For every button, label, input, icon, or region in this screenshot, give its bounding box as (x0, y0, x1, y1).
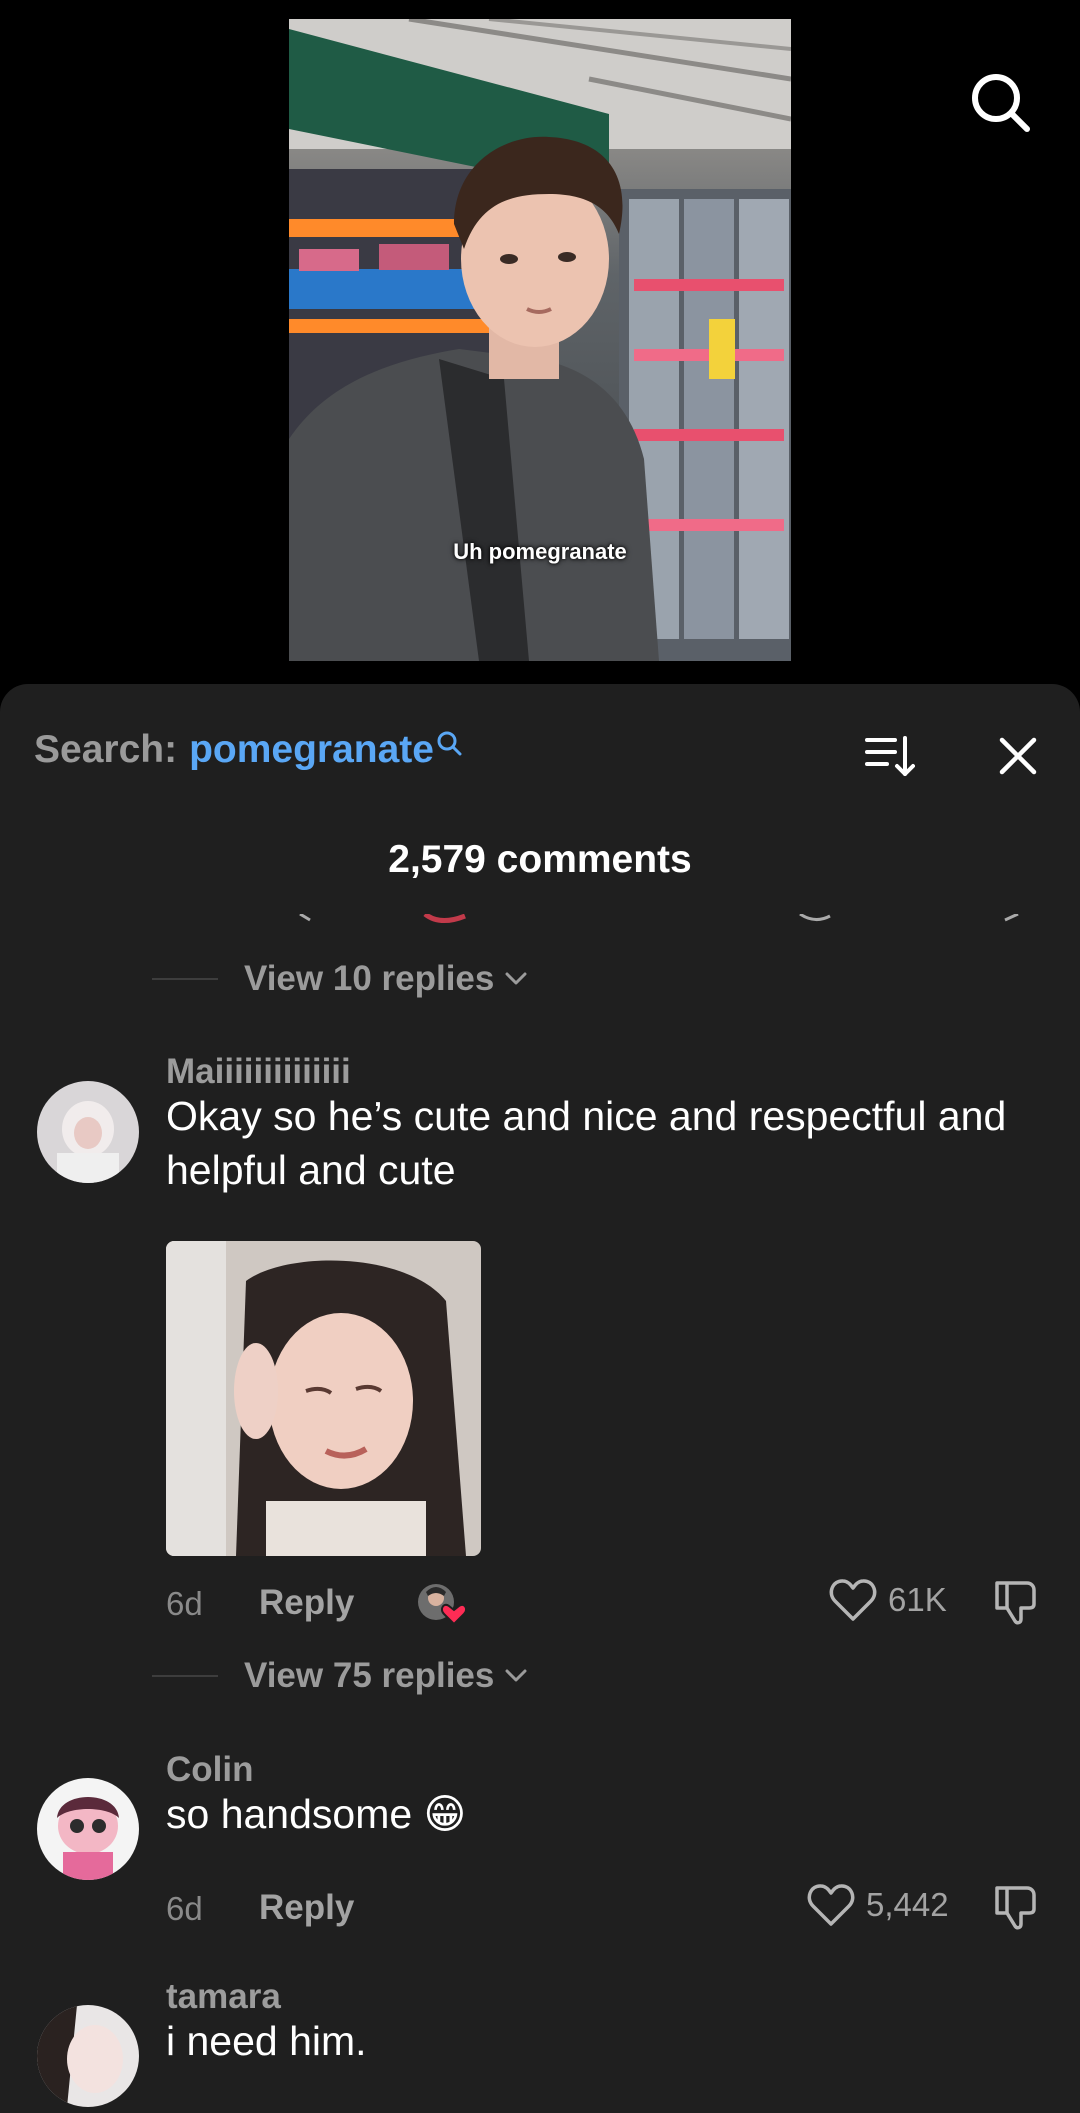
close-icon[interactable] (986, 724, 1050, 788)
comment-timestamp: 6d (166, 1585, 203, 1622)
comment-username[interactable]: Colin (166, 1750, 253, 1790)
video-player[interactable]: Uh pomegranate (0, 0, 1080, 684)
comment-text: Okay so he’s cute and nice and respectfu… (166, 1093, 1007, 1193)
search-icon (437, 731, 462, 756)
search-icon[interactable] (968, 70, 1032, 134)
view-replies-label: View 10 replies (244, 959, 495, 998)
comment-username[interactable]: Maiiiiiiiiiiiiii (166, 1052, 351, 1092)
reply-button[interactable]: Reply (259, 1888, 354, 1928)
dislike-icon[interactable] (990, 1576, 1042, 1628)
reply-divider (152, 1675, 218, 1677)
like-button[interactable]: 61K (828, 1577, 947, 1623)
comment-username[interactable]: tamara (166, 1977, 281, 2017)
comments-header: Search: pomegranate 2,579 comments (0, 684, 1080, 881)
search-term-link[interactable]: pomegranate (189, 728, 434, 772)
like-count: 61K (888, 1581, 947, 1618)
heart-icon (829, 1579, 877, 1621)
comment-timestamp: 6d (166, 1890, 203, 1927)
heart-icon (807, 1884, 855, 1926)
comments-sheet: Search: pomegranate 2,579 comments View … (0, 684, 1080, 2113)
view-replies-label: View 75 replies (244, 1656, 495, 1695)
comment-gif[interactable] (166, 1241, 481, 1556)
like-button[interactable]: 5,442 (806, 1882, 949, 1928)
dislike-icon[interactable] (990, 1881, 1042, 1933)
view-replies-button[interactable]: View 10 replies (152, 954, 528, 1004)
video-thumbnail[interactable]: Uh pomegranate (289, 19, 791, 661)
comment-list[interactable]: View 10 replies Maiiiiiiiiiiiiii Okay so… (0, 914, 1080, 2113)
creator-liked-badge (416, 1578, 472, 1628)
chevron-down-icon (505, 1669, 527, 1682)
view-replies-button[interactable]: View 75 replies (152, 1651, 528, 1701)
video-caption: Uh pomegranate (453, 539, 627, 564)
like-count: 5,442 (866, 1886, 949, 1923)
search-prefix: Search: (34, 728, 178, 771)
chevron-down-icon (505, 972, 527, 985)
reply-divider (152, 978, 218, 980)
comment-text: i need him. (166, 2018, 367, 2064)
search-label: Search: pomegranate (34, 728, 462, 772)
scrolled-off-comment (0, 914, 1080, 928)
reply-button[interactable]: Reply (259, 1583, 354, 1623)
sort-icon[interactable] (858, 724, 922, 788)
comment-count: 2,579 comments (388, 838, 692, 881)
avatar[interactable] (37, 1081, 139, 1183)
avatar[interactable] (37, 2005, 139, 2107)
comment-text: so handsome 😁 (166, 1791, 467, 1837)
avatar[interactable] (37, 1778, 139, 1880)
